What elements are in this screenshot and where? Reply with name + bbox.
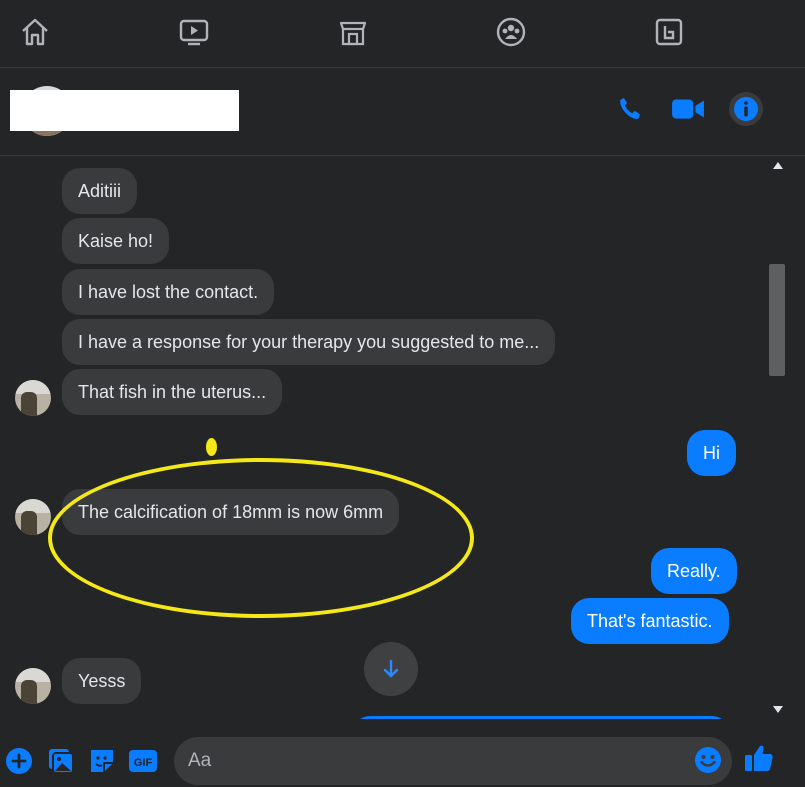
thumbs-up-icon[interactable]	[744, 743, 774, 773]
gaming-icon[interactable]	[651, 14, 687, 50]
message-bubble[interactable]: That fish in the uterus...	[62, 369, 283, 415]
info-icon[interactable]	[729, 92, 763, 126]
scrollbar[interactable]	[765, 156, 791, 719]
video-camera-icon[interactable]	[671, 92, 705, 126]
sender-avatar[interactable]	[15, 499, 51, 535]
message-bubble[interactable]: That's fantastic.	[571, 598, 729, 644]
top-nav	[0, 0, 805, 68]
message-bubble[interactable]: Kaise ho!	[62, 218, 170, 264]
scroll-up-arrow[interactable]	[773, 162, 783, 169]
contact-name-redacted	[10, 90, 239, 131]
message-bubble[interactable]: Yesss	[62, 658, 142, 704]
plus-icon[interactable]	[4, 746, 34, 776]
annotation-ellipse	[48, 458, 474, 618]
message-bubble[interactable]: Really.	[651, 548, 737, 594]
gif-icon[interactable]: GIF	[128, 746, 158, 776]
scroll-thumb[interactable]	[769, 264, 785, 376]
message-input-container[interactable]	[174, 737, 732, 785]
message-input[interactable]	[188, 737, 688, 785]
annotation-mark	[206, 438, 217, 456]
composer: GIF	[0, 719, 805, 787]
groups-icon[interactable]	[493, 14, 529, 50]
home-icon[interactable]	[17, 14, 53, 50]
image-icon[interactable]	[46, 746, 76, 776]
watch-icon[interactable]	[176, 14, 212, 50]
svg-text:GIF: GIF	[134, 757, 153, 769]
scroll-to-bottom-button[interactable]	[364, 642, 418, 696]
sender-avatar[interactable]	[15, 380, 51, 416]
message-list[interactable]: Aditiii Kaise ho! I have lost the contac…	[0, 156, 765, 719]
emoji-icon[interactable]	[694, 746, 722, 774]
message-bubble[interactable]: I have a response for your therapy you s…	[62, 319, 556, 365]
scroll-down-arrow[interactable]	[773, 706, 783, 713]
conversation-header	[0, 68, 805, 156]
arrow-down-icon	[383, 659, 399, 678]
message-bubble[interactable]: I have lost the contact.	[62, 269, 275, 315]
sender-avatar[interactable]	[15, 668, 51, 704]
marketplace-icon[interactable]	[335, 14, 371, 50]
sticker-icon[interactable]	[87, 746, 117, 776]
phone-icon[interactable]	[613, 92, 647, 126]
message-bubble[interactable]: Aditiii	[62, 168, 138, 214]
message-bubble[interactable]: Hi	[687, 430, 736, 476]
